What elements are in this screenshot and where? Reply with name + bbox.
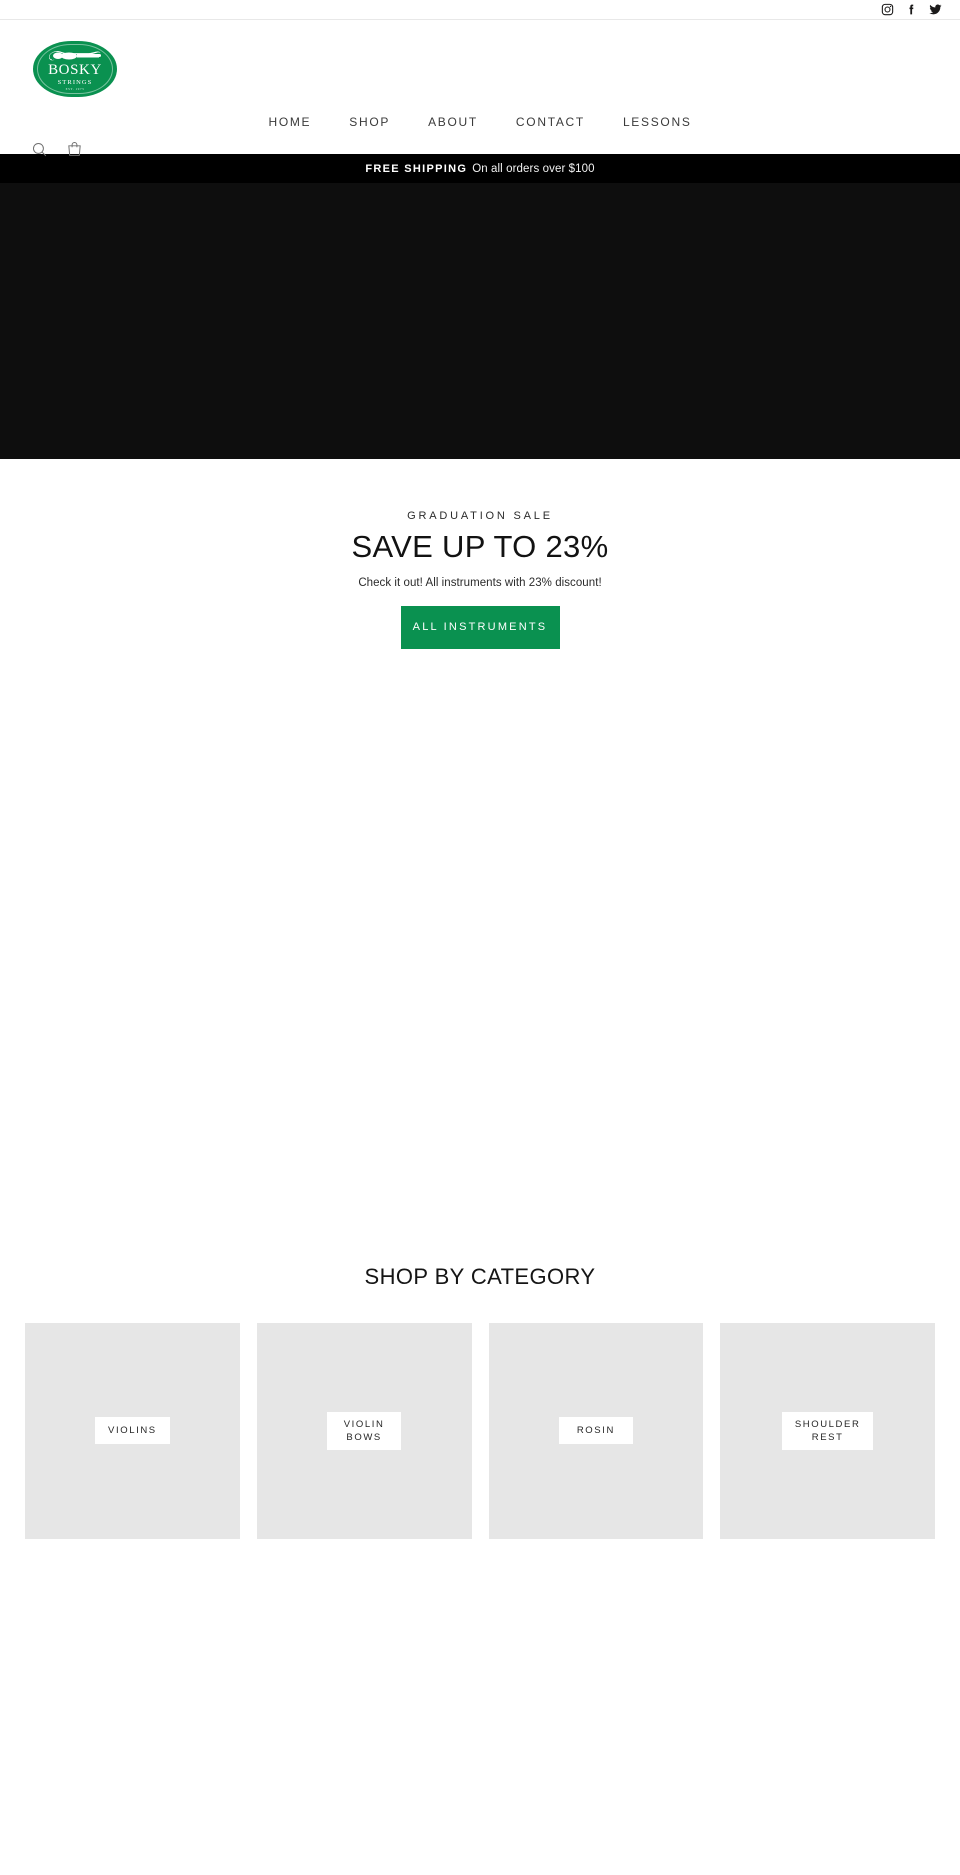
category-card-shoulder-rest[interactable]: SHOULDER REST <box>720 1322 935 1539</box>
page-title: SHOP BY CATEGORY <box>364 1263 596 1289</box>
nav-item-contact[interactable]: CONTACT <box>497 115 604 129</box>
twitter-icon[interactable] <box>929 3 942 16</box>
hero-eyebrow: GRADUATION SALE <box>407 510 553 522</box>
search-icon[interactable] <box>31 141 48 163</box>
nav-item-home[interactable]: HOME <box>249 115 330 129</box>
site-header: BOSKY STRINGS EST. 1975 HOME SHOP ABOUT … <box>0 20 960 156</box>
site-logo[interactable]: BOSKY STRINGS EST. 1975 <box>33 41 117 97</box>
top-utility-bar <box>0 0 960 20</box>
logo-badge: BOSKY STRINGS EST. 1975 <box>33 41 117 97</box>
facebook-icon[interactable] <box>905 3 918 16</box>
hero-section: GRADUATION SALE SAVE UP TO 23% Check it … <box>0 183 960 649</box>
social-links <box>881 3 942 16</box>
violin-icon <box>49 51 101 61</box>
announcement-bar: FREE SHIPPING On all orders over $100 <box>0 154 960 183</box>
hero-content: GRADUATION SALE SAVE UP TO 23% Check it … <box>0 459 960 649</box>
announcement-highlight: FREE SHIPPING <box>365 162 468 175</box>
instagram-icon[interactable] <box>881 3 894 16</box>
all-instruments-button[interactable]: ALL INSTRUMENTS <box>400 605 560 649</box>
page-spacer <box>0 649 960 1264</box>
shop-by-category-section: SHOP BY CATEGORY VIOLINS VIOLIN BOWS ROSI… <box>0 1264 960 1539</box>
hero-subtitle: Check it out! All instruments with 23% d… <box>358 576 602 589</box>
hero-image <box>0 183 960 459</box>
category-card-violin-bows[interactable]: VIOLIN BOWS <box>256 1322 472 1539</box>
logo-brand-sub: STRINGS <box>57 79 93 86</box>
header-action-icons <box>31 140 83 163</box>
category-label: SHOULDER REST <box>781 1411 874 1450</box>
nav-item-shop[interactable]: SHOP <box>330 115 409 129</box>
hero-title: SAVE UP TO 23% <box>351 529 609 564</box>
category-label: VIOLINS <box>95 1417 170 1445</box>
nav-item-about[interactable]: ABOUT <box>409 115 497 129</box>
logo-established: EST. 1975 <box>65 87 85 91</box>
category-card-rosin[interactable]: ROSIN <box>488 1322 704 1539</box>
category-label: VIOLIN BOWS <box>327 1411 402 1450</box>
main-navigation: HOME SHOP ABOUT CONTACT LESSONS <box>0 115 960 129</box>
cart-icon[interactable] <box>66 140 83 163</box>
announcement-text: On all orders over $100 <box>472 162 595 175</box>
category-grid: VIOLINS VIOLIN BOWS ROSIN SHOULDER REST <box>0 1322 960 1539</box>
nav-item-lessons[interactable]: LESSONS <box>604 115 711 129</box>
category-card-violins[interactable]: VIOLINS <box>25 1322 240 1539</box>
category-label: ROSIN <box>558 1417 633 1445</box>
logo-brand-name: BOSKY <box>48 62 102 78</box>
